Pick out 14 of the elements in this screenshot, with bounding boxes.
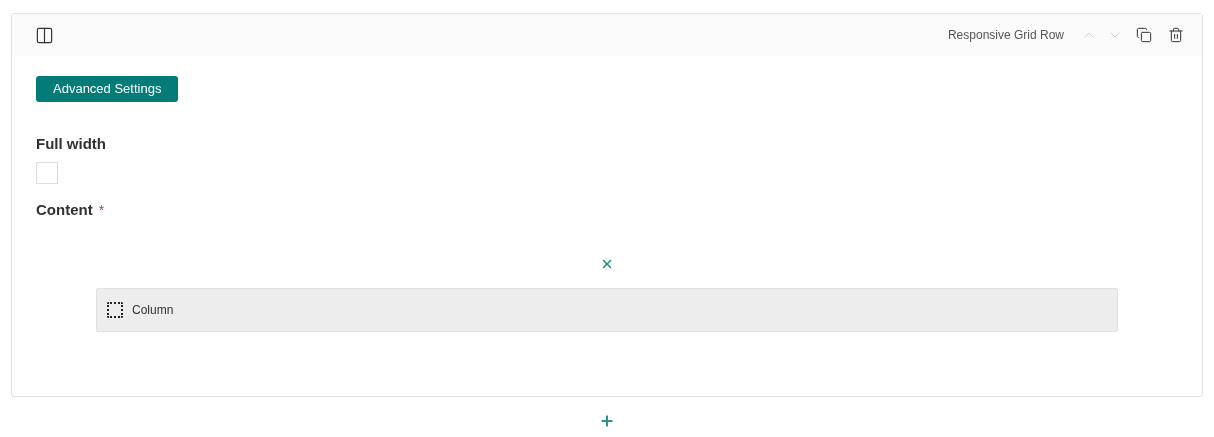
advanced-settings-button[interactable]: Advanced Settings — [36, 76, 179, 102]
column-label: Column — [132, 302, 174, 319]
trash-icon — [1168, 27, 1184, 43]
full-width-checkbox[interactable] — [36, 161, 58, 184]
dashed-square-icon — [107, 302, 123, 318]
required-mark: * — [98, 200, 105, 220]
close-icon[interactable] — [600, 257, 614, 271]
column-item[interactable]: Column — [96, 288, 1118, 332]
field-label: Content — [36, 199, 93, 220]
add-icon[interactable] — [599, 413, 615, 429]
field-label: Full width — [36, 134, 106, 154]
copy-icon — [1136, 27, 1152, 43]
columns-icon — [35, 25, 54, 45]
block-type-label: Responsive Grid Row — [947, 27, 1064, 44]
